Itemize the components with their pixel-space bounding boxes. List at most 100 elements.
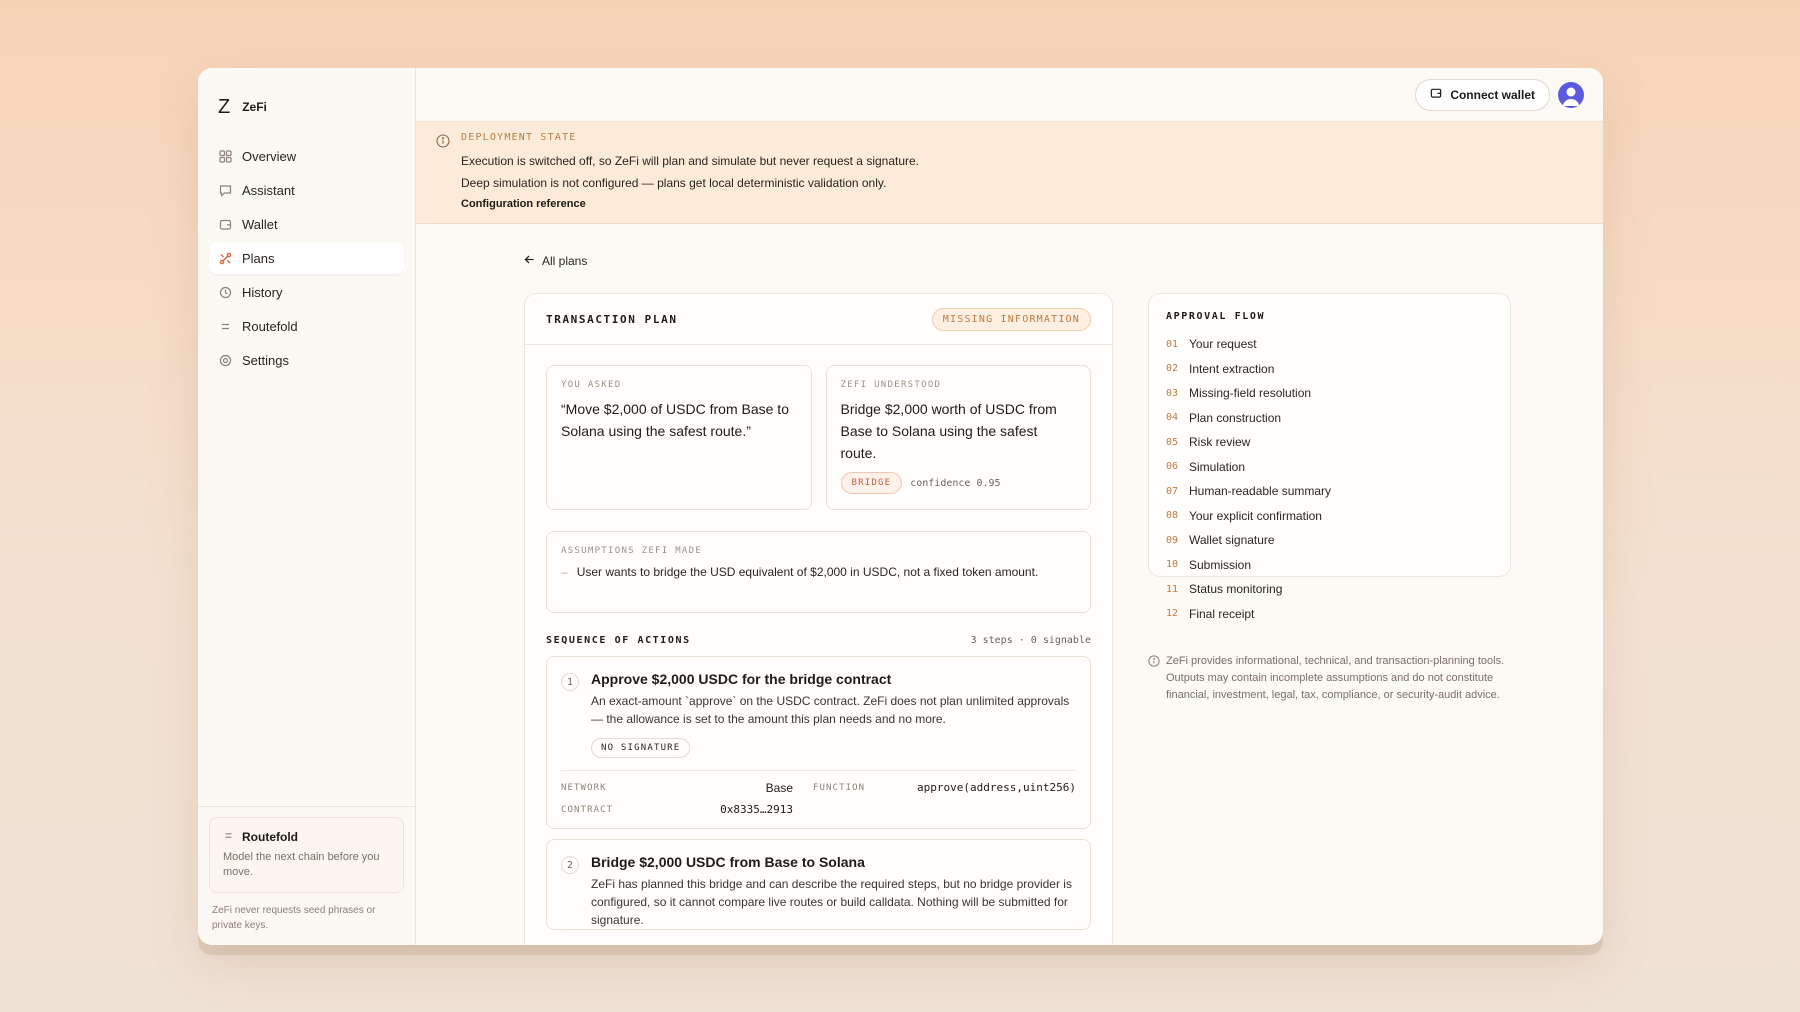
back-link-label: All plans	[542, 254, 588, 268]
flow-step-number: 06	[1166, 461, 1179, 473]
gear-icon	[218, 353, 232, 367]
banner-line-simulation: Deep simulation is not configured — plan…	[461, 176, 887, 190]
flow-step: 08 Your explicit confirmation	[1166, 504, 1493, 529]
arrow-left-icon	[524, 254, 535, 268]
network-value: Base	[765, 781, 793, 795]
status-badge: MISSING INFORMATION	[931, 307, 1091, 331]
list-item: – User wants to bridge the USD equivalen…	[561, 564, 1076, 580]
all-plans-back-link[interactable]: All plans	[524, 254, 587, 268]
grid-icon	[218, 149, 232, 163]
assumption-text: User wants to bridge the USD equivalent …	[576, 565, 1039, 579]
zefi-understood-label: ZEFI UNDERSTOOD	[840, 380, 942, 390]
assumptions-box: ASSUMPTIONS ZEFI MADE – User wants to br…	[546, 531, 1091, 613]
avatar[interactable]	[1558, 81, 1584, 108]
flow-step-label: Final receipt	[1189, 606, 1255, 621]
info-icon	[1148, 653, 1160, 704]
flow-step-number: 11	[1166, 583, 1179, 595]
you-asked-box: YOU ASKED “Move $2,000 of USDC from Base…	[546, 365, 812, 510]
function-label: FUNCTION	[813, 783, 866, 793]
flow-step-number: 09	[1166, 534, 1179, 546]
approval-flow-title: APPROVAL FLOW	[1166, 311, 1266, 322]
transaction-plan-card: TRANSACTION PLAN MISSING INFORMATION YOU…	[524, 293, 1113, 945]
flow-step-number: 12	[1166, 608, 1179, 620]
brand-logo-icon: Z	[218, 96, 231, 118]
sidebar-item-label: History	[242, 284, 283, 300]
flow-step-label: Missing-field resolution	[1189, 386, 1312, 401]
flow-step-number: 07	[1166, 485, 1179, 497]
flow-step-label: Human-readable summary	[1189, 484, 1332, 499]
you-asked-text: “Move $2,000 of USDC from Base to Solana…	[561, 401, 789, 439]
flow-step-label: Wallet signature	[1189, 533, 1275, 548]
flow-step-number: 04	[1166, 412, 1179, 424]
sidebar-item-routefold[interactable]: Routefold	[209, 310, 404, 342]
routefold-icon	[218, 319, 232, 333]
routefold-icon	[223, 830, 234, 844]
flow-step-number: 01	[1166, 338, 1179, 350]
step-title: Bridge $2,000 USDC from Base to Solana	[591, 854, 865, 870]
flow-step-label: Submission	[1189, 557, 1252, 572]
flow-step-number: 05	[1166, 436, 1179, 448]
user-icon	[1562, 87, 1580, 106]
flow-step: 01 Your request	[1166, 332, 1493, 357]
step-card-bridge[interactable]: 2 Bridge $2,000 USDC from Base to Solana…	[546, 839, 1091, 930]
main-content: Connect wallet DEPLOYMENT STATE Executio…	[416, 68, 1603, 945]
wallet-icon	[1430, 87, 1442, 102]
sidebar-item-settings[interactable]: Settings	[209, 344, 404, 376]
flow-step: 04 Plan construction	[1166, 406, 1493, 431]
sidebar: Z ZeFi Overview Assistant Wallet Plans H…	[198, 68, 416, 945]
flow-step-number: 03	[1166, 387, 1179, 399]
sequence-meta: 3 steps · 0 signable	[970, 635, 1091, 646]
routefold-card-title: Routefold	[242, 830, 298, 844]
sidebar-item-label: Routefold	[242, 318, 298, 334]
flow-step: 02 Intent extraction	[1166, 357, 1493, 382]
request-comparison: YOU ASKED “Move $2,000 of USDC from Base…	[546, 365, 1091, 510]
sidebar-item-label: Assistant	[242, 182, 295, 198]
plan-header: TRANSACTION PLAN MISSING INFORMATION	[525, 294, 1112, 345]
connect-wallet-button[interactable]: Connect wallet	[1415, 78, 1550, 111]
wallet-icon	[218, 217, 232, 231]
step-description: An exact-amount `approve` on the USDC co…	[591, 694, 1070, 726]
banner-label: DEPLOYMENT STATE	[461, 132, 577, 143]
flow-step: 12 Final receipt	[1166, 602, 1493, 627]
flow-step: 05 Risk review	[1166, 430, 1493, 455]
flow-step-label: Intent extraction	[1189, 361, 1275, 376]
dash-icon: –	[561, 565, 568, 579]
routefold-card-header: Routefold	[223, 830, 391, 844]
flow-step-label: Your explicit confirmation	[1189, 508, 1322, 523]
topbar: Connect wallet	[416, 68, 1603, 122]
intent-badge: BRIDGE	[840, 472, 903, 494]
step-card-approve[interactable]: 1 Approve $2,000 USDC for the bridge con…	[546, 656, 1091, 829]
disclaimer-text: ZeFi provides informational, technical, …	[1166, 655, 1505, 701]
sidebar-nav: Overview Assistant Wallet Plans History …	[198, 140, 415, 376]
flow-step-label: Status monitoring	[1189, 582, 1283, 597]
flow-step: 06 Simulation	[1166, 455, 1493, 480]
step-number: 1	[561, 673, 579, 691]
sidebar-item-label: Settings	[242, 352, 289, 368]
configuration-reference-link[interactable]: Configuration reference	[461, 198, 586, 210]
sidebar-item-history[interactable]: History	[209, 276, 404, 308]
brand[interactable]: Z ZeFi	[198, 68, 415, 126]
flow-step: 09 Wallet signature	[1166, 528, 1493, 553]
banner-line-execution: Execution is switched off, so ZeFi will …	[461, 154, 920, 168]
sidebar-item-label: Overview	[242, 148, 297, 164]
chat-icon	[218, 183, 232, 197]
approval-flow-list: 01 Your request 02 Intent extraction 03 Missi…	[1166, 332, 1493, 626]
contract-value: 0x8335…2913	[720, 803, 793, 816]
step-details: NETWORK Base FUNCTION approve(address,ui…	[561, 770, 1076, 828]
deployment-state-banner: DEPLOYMENT STATE Execution is switched o…	[416, 122, 1603, 224]
flow-step-number: 10	[1166, 559, 1179, 571]
sidebar-item-plans[interactable]: Plans	[209, 242, 404, 274]
flow-step: 10 Submission	[1166, 553, 1493, 578]
routefold-promo-card[interactable]: Routefold Model the next chain before yo…	[209, 817, 404, 893]
info-icon	[436, 134, 450, 153]
sidebar-item-overview[interactable]: Overview	[209, 140, 404, 172]
flow-step-label: Risk review	[1189, 435, 1251, 450]
sidebar-item-wallet[interactable]: Wallet	[209, 208, 404, 240]
contract-label: CONTRACT	[561, 804, 614, 815]
connect-wallet-label: Connect wallet	[1450, 87, 1535, 102]
flow-step: 03 Missing-field resolution	[1166, 381, 1493, 406]
sidebar-item-assistant[interactable]: Assistant	[209, 174, 404, 206]
routefold-card-description: Model the next chain before you move.	[223, 851, 380, 878]
flow-step: 11 Status monitoring	[1166, 577, 1493, 602]
security-note: ZeFi never requests seed phrases or priv…	[212, 905, 376, 931]
